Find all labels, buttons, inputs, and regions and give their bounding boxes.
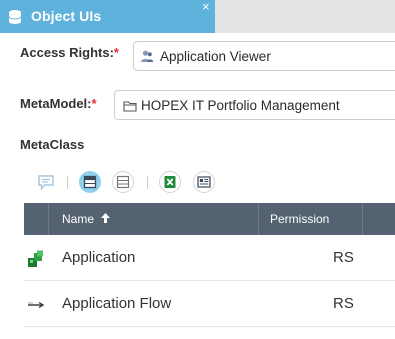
database-icon — [8, 10, 22, 24]
panel-icon[interactable] — [112, 171, 134, 193]
column-divider — [48, 203, 49, 235]
close-icon[interactable]: × — [202, 0, 210, 15]
metamodel-label: MetaModel:* — [20, 96, 97, 111]
metamodel-value: HOPEX IT Portfolio Management — [141, 98, 340, 113]
excel-icon[interactable] — [159, 171, 181, 193]
object-uis-panel: Object UIs × Access Rights:* Application… — [0, 0, 395, 339]
access-rights-value: Application Viewer — [160, 49, 271, 64]
column-header-permission[interactable]: Permission — [270, 203, 362, 235]
application-icon — [28, 250, 43, 267]
access-rights-label: Access Rights:* — [20, 45, 119, 60]
column-header-name[interactable]: Name — [62, 203, 258, 235]
table-header: Name Permission — [24, 203, 395, 235]
metamodel-label-text: MetaModel: — [20, 96, 92, 111]
tab-title: Object UIs — [31, 8, 102, 24]
tab-bar: Object UIs × — [0, 0, 395, 33]
user-icon — [141, 50, 154, 62]
tab-object-uis[interactable]: Object UIs × — [0, 0, 215, 33]
row-name: Application Flow — [62, 295, 172, 312]
required-mark: * — [113, 45, 119, 60]
row-name: Application — [62, 249, 136, 266]
comment-icon[interactable] — [35, 171, 57, 193]
access-rights-selector[interactable]: Application Viewer — [133, 41, 395, 71]
row-permission: RS — [333, 295, 354, 312]
table-row[interactable]: Application RS — [24, 236, 395, 281]
toolbar-separator — [147, 176, 148, 189]
metamodel-selector[interactable]: HOPEX IT Portfolio Management — [114, 90, 395, 120]
report-icon[interactable] — [193, 171, 215, 193]
panel-top-icon[interactable] — [79, 171, 101, 193]
folder-icon — [123, 101, 137, 112]
flow-arrow-icon — [28, 301, 45, 309]
access-rights-label-text: Access Rights: — [20, 45, 114, 60]
column-divider — [362, 203, 363, 235]
row-permission: RS — [333, 249, 354, 266]
metaclass-label: MetaClass — [20, 137, 85, 152]
column-divider — [258, 203, 259, 235]
arrow-up-icon — [101, 213, 111, 223]
column-header-name-label: Name — [62, 212, 95, 226]
required-mark: * — [91, 96, 97, 111]
table-row[interactable]: Application Flow RS — [24, 282, 395, 327]
toolbar-separator — [67, 176, 68, 189]
